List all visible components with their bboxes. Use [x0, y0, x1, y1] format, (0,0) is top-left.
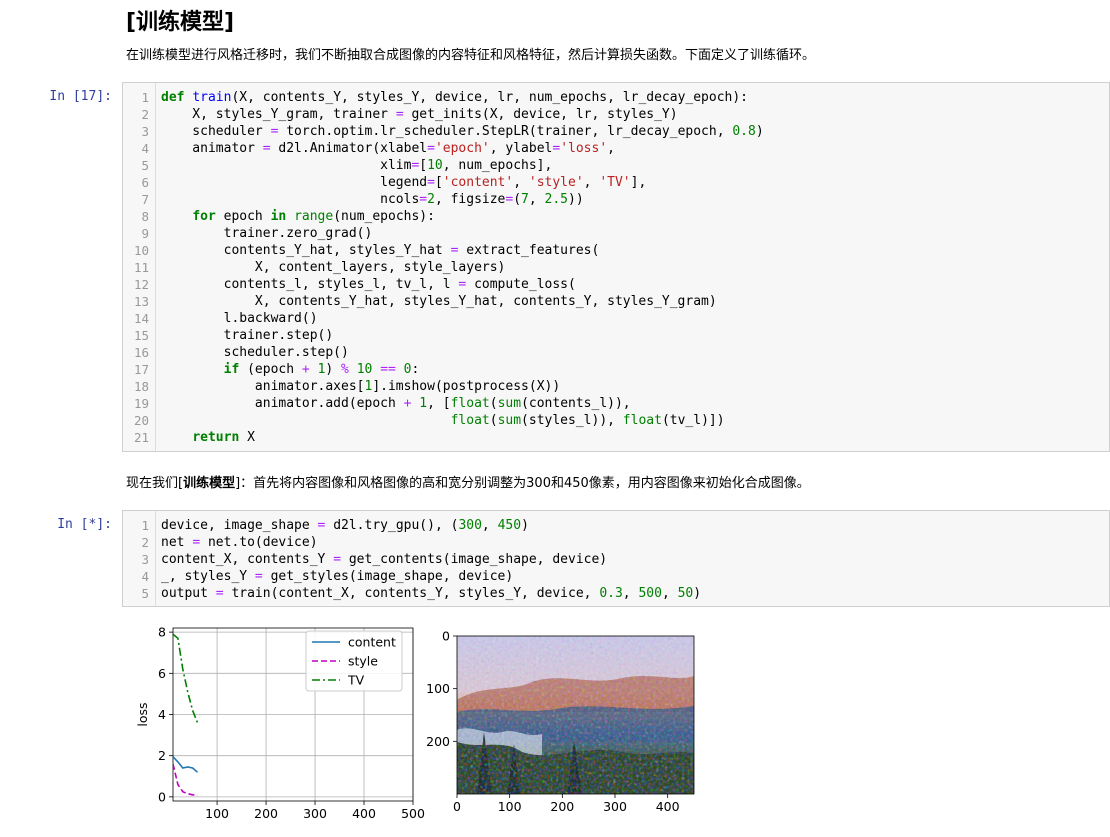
cell-output: 100 200 300 400 500 0 2 4 6 8 loss content style TV 0…: [122, 612, 722, 833]
line-number: 7: [141, 192, 149, 207]
line-number: 1: [141, 518, 149, 533]
line-number: 20: [133, 413, 149, 428]
code-editor[interactable]: device, image_shape = d2l.try_gpu(), (30…: [161, 517, 701, 602]
y-tick-label: 6: [158, 666, 166, 681]
x-tick-label: 100: [498, 799, 522, 814]
x-tick-label: 200: [254, 806, 278, 821]
line-number: 4: [141, 141, 149, 156]
line-number: 5: [141, 586, 149, 601]
section-title: [训练模型]: [126, 10, 235, 35]
series-line-content: [173, 756, 199, 773]
line-number: 10: [133, 243, 149, 258]
line-number: 8: [141, 209, 149, 224]
loss-axes: 100 200 300 400 500 0 2 4 6 8 loss content style TV: [135, 625, 425, 821]
y-tick-label: 0: [158, 789, 166, 804]
y-tick-label: 100: [426, 681, 450, 696]
line-number: 3: [141, 552, 149, 567]
line-number: 15: [133, 328, 149, 343]
line-number: 5: [141, 158, 149, 173]
x-tick-label: 300: [303, 806, 327, 821]
code-editor[interactable]: def train(X, contents_Y, styles_Y, devic…: [161, 89, 764, 446]
line-number: 11: [133, 260, 149, 275]
x-tick-label: 400: [352, 806, 376, 821]
line-number: 2: [141, 535, 149, 550]
image-axes: 0 100 200 300 400 0 100 200: [426, 629, 695, 814]
y-tick-label: 8: [158, 625, 166, 640]
y-axis-label: loss: [135, 702, 150, 726]
x-tick-label: 200: [550, 799, 574, 814]
output-figure: 100 200 300 400 500 0 2 4 6 8 loss content style TV 0…: [135, 625, 695, 821]
line-number: 17: [133, 362, 149, 377]
synthesized-image: [457, 636, 694, 794]
legend-label: style: [348, 654, 378, 669]
legend-label: content: [348, 635, 396, 650]
line-number-gutter: 1 2 3 4 5: [123, 511, 156, 606]
cell-prompt: In [17]:: [49, 89, 112, 104]
line-number: 1: [141, 90, 149, 105]
line-number: 14: [133, 311, 149, 326]
para2-bold: 训练模型: [183, 476, 236, 491]
x-tick-label: 0: [453, 799, 461, 814]
cell-prompt: In [*]:: [57, 517, 112, 532]
y-tick-label: 200: [426, 734, 450, 749]
line-number: 19: [133, 396, 149, 411]
line-number: 4: [141, 569, 149, 584]
para2-suffix: ]：首先将内容图像和风格图像的高和宽分别调整为300和450像素，用内容图像来初…: [235, 476, 810, 491]
series-line-tv: [173, 633, 199, 723]
para2-prefix: 现在我们[: [126, 476, 184, 491]
code-cell-run[interactable]: 1 2 3 4 5 device, image_shape = d2l.try_gpu(…: [122, 510, 1110, 607]
y-tick-label: 2: [158, 748, 166, 763]
x-tick-label: 500: [401, 806, 425, 821]
x-tick-label: 100: [205, 806, 229, 821]
line-number: 3: [141, 124, 149, 139]
x-tick-label: 400: [656, 799, 680, 814]
line-number: 12: [133, 277, 149, 292]
line-number: 2: [141, 107, 149, 122]
line-number: 9: [141, 226, 149, 241]
legend-label: TV: [347, 673, 365, 688]
y-tick-label: 0: [442, 629, 450, 644]
code-cell-train[interactable]: 1 2 3 4 5 6 7 8 9 10 11 12 13 14 15 16 17 18 19 20 21 def tr…: [122, 82, 1110, 452]
y-tick-label: 4: [158, 707, 166, 722]
line-number: 21: [133, 430, 149, 445]
x-tick-label: 300: [603, 799, 627, 814]
line-number-gutter: 1 2 3 4 5 6 7 8 9 10 11 12 13 14 15 16 17 18 19 20 21: [123, 83, 156, 451]
line-number: 18: [133, 379, 149, 394]
train-paragraph: 现在我们[训练模型]：首先将内容图像和风格图像的高和宽分别调整为300和450像…: [126, 472, 810, 491]
intro-paragraph: 在训练模型进行风格迁移时，我们不断抽取合成图像的内容特征和风格特征，然后计算损失…: [126, 48, 816, 63]
line-number: 16: [133, 345, 149, 360]
line-number: 6: [141, 175, 149, 190]
line-number: 13: [133, 294, 149, 309]
